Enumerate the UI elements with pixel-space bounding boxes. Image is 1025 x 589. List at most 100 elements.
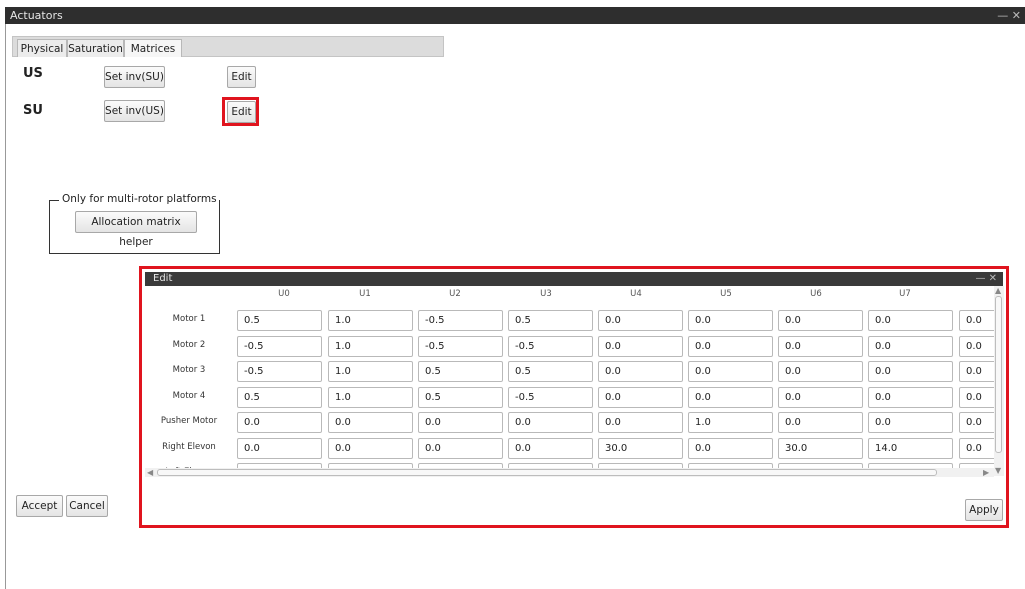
matrix-cell-input[interactable]: 0.0 bbox=[868, 361, 953, 382]
edit-window: Edit — ✕ U0 U1 U2 U3 U4 U5 U6 U7 Motor 1… bbox=[139, 266, 1009, 528]
matrix-cell-input[interactable]: 0.0 bbox=[959, 412, 994, 433]
edit-window-title: Edit bbox=[153, 273, 173, 284]
matrix-cell-input[interactable]: 1.0 bbox=[328, 335, 413, 357]
edit-window-titlebar: Edit — ✕ bbox=[145, 272, 1003, 286]
matrix-cell-input[interactable]: 0.0 bbox=[418, 412, 503, 433]
matrix-row-label: Motor 4 bbox=[172, 390, 206, 401]
matrix-cell-input[interactable]: 0.0 bbox=[868, 386, 953, 408]
matrix-cell-input[interactable]: 0.5 bbox=[237, 386, 322, 408]
matrix-cell-input[interactable]: 0.0 bbox=[959, 335, 994, 357]
matrix-cell-input[interactable]: -0.5 bbox=[237, 335, 322, 357]
matrix-cell-input[interactable]: 0.0 bbox=[598, 386, 683, 408]
horizontal-scroll-thumb[interactable] bbox=[157, 469, 937, 476]
matrix-row-label: Motor 1 bbox=[172, 314, 206, 324]
column-header-u5: U5 bbox=[720, 289, 732, 299]
column-header-u7: U7 bbox=[899, 289, 911, 299]
matrix-cell-input[interactable]: 0.0 bbox=[237, 412, 322, 433]
matrix-cell-input[interactable]: 30.0 bbox=[778, 437, 863, 459]
window-controls-icon[interactable]: — ✕ bbox=[997, 7, 1021, 24]
matrix-cell-input[interactable]: 0.0 bbox=[328, 437, 413, 459]
matrix-cell-input[interactable]: -0.5 bbox=[418, 310, 503, 331]
matrix-cell-input[interactable]: 0.5 bbox=[418, 386, 503, 408]
tab-physical[interactable]: Physical bbox=[17, 39, 67, 57]
matrix-cell-input[interactable]: 0.0 bbox=[598, 361, 683, 382]
matrix-cell-input[interactable]: 0.0 bbox=[418, 437, 503, 459]
set-inv-su-button[interactable]: Set inv(SU) bbox=[104, 66, 165, 88]
column-header-u2: U2 bbox=[449, 289, 461, 299]
tab-bar: Physical Saturation Matrices bbox=[12, 36, 444, 57]
set-inv-us-button[interactable]: Set inv(US) bbox=[104, 100, 165, 122]
scroll-up-icon[interactable]: ▲ bbox=[995, 286, 1001, 295]
matrix-cell-input[interactable]: 0.0 bbox=[868, 310, 953, 331]
window-titlebar: Actuators — ✕ bbox=[5, 7, 1025, 24]
matrix-cell-input[interactable]: 1.0 bbox=[328, 361, 413, 382]
matrix-row-label: Right Elevon bbox=[162, 441, 216, 452]
matrix-cell-input[interactable]: 0.0 bbox=[778, 310, 863, 331]
matrix-cell-input[interactable]: 0.0 bbox=[778, 386, 863, 408]
matrix-cell-input[interactable]: 0.0 bbox=[959, 310, 994, 331]
matrix-cell-input[interactable]: 0.5 bbox=[508, 310, 593, 331]
column-header-u4: U4 bbox=[630, 289, 642, 299]
matrix-cell-input[interactable]: 0.0 bbox=[598, 412, 683, 433]
matrix-cell-input[interactable]: 0.0 bbox=[778, 412, 863, 433]
su-edit-highlight bbox=[222, 97, 259, 126]
matrix-cell-input[interactable]: 1.0 bbox=[328, 386, 413, 408]
matrix-cell-input[interactable]: 0.0 bbox=[688, 310, 773, 331]
scroll-left-icon[interactable]: ◀ bbox=[147, 468, 153, 477]
matrix-row-label: Motor 3 bbox=[172, 365, 206, 375]
matrix-cell-input[interactable]: 0.0 bbox=[598, 310, 683, 331]
group-border-left bbox=[49, 200, 59, 201]
matrix-cell-input[interactable]: 0.0 bbox=[959, 361, 994, 382]
matrix-cell-input[interactable]: 0.0 bbox=[688, 361, 773, 382]
column-header-u0: U0 bbox=[278, 289, 290, 299]
scroll-right-icon[interactable]: ▶ bbox=[983, 468, 989, 477]
matrix-row-label: Motor 2 bbox=[172, 339, 206, 350]
matrix-cell-input[interactable]: 0.0 bbox=[959, 386, 994, 408]
matrix-cell-input[interactable]: 0.0 bbox=[598, 335, 683, 357]
matrix-cell-input[interactable]: 1.0 bbox=[688, 412, 773, 433]
matrix-cell-input[interactable]: 0.0 bbox=[508, 412, 593, 433]
us-edit-button[interactable]: Edit bbox=[227, 66, 256, 88]
su-label: SU bbox=[23, 103, 43, 118]
window-left-border bbox=[5, 24, 6, 589]
matrix-cell-input[interactable]: 0.0 bbox=[959, 437, 994, 459]
matrix-cell-input[interactable]: 0.5 bbox=[508, 361, 593, 382]
matrix-cell-input[interactable]: 30.0 bbox=[598, 437, 683, 459]
matrix-grid: U0 U1 U2 U3 U4 U5 U6 U7 Motor 1 0.5 1.0 -0.… bbox=[145, 286, 994, 476]
matrix-cell-input[interactable]: -0.5 bbox=[418, 335, 503, 357]
us-label: US bbox=[23, 66, 43, 81]
cancel-button[interactable]: Cancel bbox=[66, 495, 108, 517]
vertical-scrollbar[interactable]: ▲ ▼ bbox=[994, 286, 1004, 476]
tab-saturation[interactable]: Saturation bbox=[67, 39, 124, 57]
matrix-cell-input[interactable]: 14.0 bbox=[868, 437, 953, 459]
vertical-scroll-thumb[interactable] bbox=[995, 296, 1002, 453]
matrix-row-label: Pusher Motor bbox=[160, 416, 218, 426]
matrix-cell-input[interactable]: 0.0 bbox=[688, 386, 773, 408]
matrix-cell-input[interactable]: 0.5 bbox=[237, 310, 322, 331]
matrix-cell-input[interactable]: 0.0 bbox=[508, 437, 593, 459]
matrix-cell-input[interactable]: -0.5 bbox=[508, 335, 593, 357]
apply-button[interactable]: Apply bbox=[965, 499, 1003, 521]
column-header-u3: U3 bbox=[540, 289, 552, 299]
matrix-cell-input[interactable]: -0.5 bbox=[508, 386, 593, 408]
matrix-cell-input[interactable]: 0.0 bbox=[868, 335, 953, 357]
tab-matrices[interactable]: Matrices bbox=[124, 39, 182, 57]
scroll-down-icon[interactable]: ▼ bbox=[995, 466, 1001, 475]
allocation-matrix-helper-button[interactable]: Allocation matrix helper bbox=[75, 211, 197, 248]
matrix-cell-input[interactable]: 0.0 bbox=[778, 335, 863, 357]
multirotor-group-title: Only for multi-rotor platforms bbox=[60, 193, 219, 205]
matrix-cell-input[interactable]: 0.0 bbox=[778, 361, 863, 382]
column-header-u1: U1 bbox=[359, 289, 371, 299]
matrix-cell-input[interactable]: 0.0 bbox=[688, 437, 773, 459]
matrix-cell-input[interactable]: 0.0 bbox=[237, 437, 322, 459]
matrix-cell-input[interactable]: 0.0 bbox=[868, 412, 953, 433]
edit-window-controls-icon[interactable]: — ✕ bbox=[975, 272, 997, 286]
horizontal-scrollbar[interactable]: ◀ ▶ bbox=[145, 468, 994, 477]
matrix-cell-input[interactable]: 0.5 bbox=[418, 361, 503, 382]
window-title: Actuators bbox=[10, 9, 63, 22]
matrix-cell-input[interactable]: 0.0 bbox=[328, 412, 413, 433]
matrix-cell-input[interactable]: 1.0 bbox=[328, 310, 413, 331]
matrix-cell-input[interactable]: 0.0 bbox=[688, 335, 773, 357]
accept-button[interactable]: Accept bbox=[16, 495, 63, 517]
matrix-cell-input[interactable]: -0.5 bbox=[237, 361, 322, 382]
